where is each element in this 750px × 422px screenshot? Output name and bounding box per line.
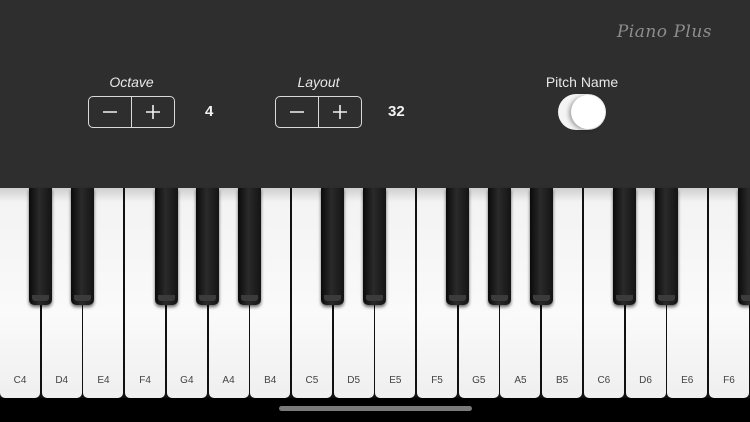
black-key-f-sharp6[interactable] [738, 188, 750, 305]
control-panel: Piano Plus Octave 4 Layout 32 Pitch Name [0, 0, 750, 188]
octave-stepper [88, 96, 175, 128]
layout-decrement-button[interactable] [276, 97, 318, 127]
white-key-label: E6 [681, 375, 694, 386]
plus-icon [146, 105, 160, 119]
black-key-c-sharp5[interactable] [321, 188, 345, 305]
plus-icon [333, 105, 347, 119]
white-key-label: G4 [180, 375, 194, 386]
pitch-name-label: Pitch Name [545, 74, 619, 90]
layout-increment-button[interactable] [318, 97, 361, 127]
white-key-label: D6 [639, 375, 652, 386]
black-key-c-sharp4[interactable] [29, 188, 53, 305]
piano-keyboard: C4 D4 E4 F4 G4 A4 B4 C5 D5 E5 F5 G5 A5 B5 C6 D6 E6 F6 [0, 188, 750, 398]
black-key-d-sharp4[interactable] [71, 188, 95, 305]
white-key-label: B4 [264, 375, 277, 386]
layout-label: Layout [297, 74, 340, 90]
black-key-d-sharp5[interactable] [363, 188, 386, 305]
white-key-label: B5 [556, 375, 569, 386]
white-key-label: D4 [55, 375, 69, 386]
minus-icon [103, 111, 117, 113]
octave-increment-button[interactable] [131, 97, 174, 127]
app-title: Piano Plus [616, 22, 712, 42]
white-key-label: D5 [347, 375, 361, 386]
layout-value: 32 [388, 103, 405, 120]
pitch-name-toggle[interactable] [558, 94, 606, 130]
home-indicator [279, 406, 472, 411]
minus-icon [290, 111, 304, 113]
octave-decrement-button[interactable] [89, 97, 131, 127]
white-key-label: C5 [305, 375, 319, 386]
octave-value: 4 [205, 103, 214, 120]
black-key-f-sharp5[interactable] [446, 188, 470, 305]
white-key-label: G5 [472, 375, 486, 386]
toggle-knob [571, 95, 605, 129]
white-key-label: A4 [222, 375, 235, 386]
black-key-c-sharp6[interactable] [613, 188, 637, 305]
layout-stepper [275, 96, 362, 128]
black-key-a-sharp5[interactable] [529, 188, 553, 305]
white-key-label: F4 [139, 375, 151, 386]
black-key-g-sharp5[interactable] [488, 188, 512, 305]
black-key-d-sharp6[interactable] [654, 188, 678, 305]
black-key-a-sharp4[interactable] [237, 188, 261, 305]
white-key-label: C4 [13, 375, 27, 386]
octave-label: Octave [109, 74, 154, 90]
black-key-f-sharp4[interactable] [154, 188, 178, 305]
white-key-label: E5 [389, 375, 402, 386]
white-key-label: F6 [723, 375, 735, 386]
white-key-label: C6 [597, 375, 611, 386]
white-key-label: A5 [514, 375, 527, 386]
white-key-label: F5 [431, 375, 443, 386]
white-key-label: E4 [97, 375, 110, 386]
black-key-g-sharp4[interactable] [196, 188, 220, 305]
